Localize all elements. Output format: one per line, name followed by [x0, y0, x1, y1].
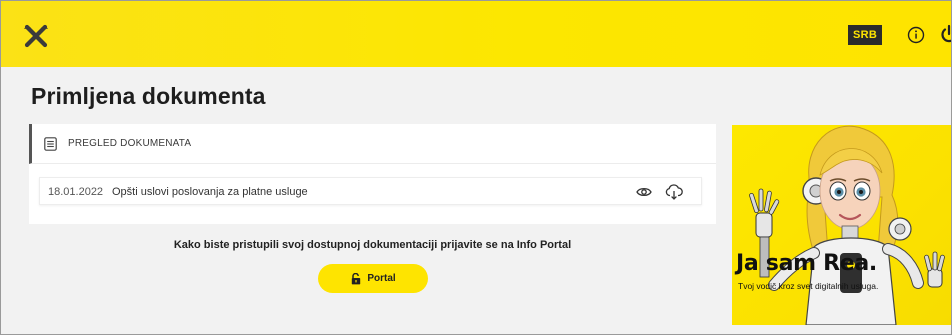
top-bar: SRB [1, 1, 952, 67]
cloud-download-icon[interactable] [665, 183, 683, 201]
promo-subtitle: Tvoj vodič kroz svet digitalnih usluga. [738, 281, 879, 291]
language-button[interactable]: SRB [848, 25, 882, 45]
page-title: Primljena dokumenta [31, 83, 266, 109]
info-icon[interactable] [907, 26, 925, 44]
documents-card: PREGLED DOKUMENATA 18.01.2022 Opšti uslo… [29, 124, 716, 224]
document-list-icon [44, 137, 57, 151]
documents-card-header-label: PREGLED DOKUMENATA [68, 138, 192, 149]
raiffeisen-logo-icon[interactable] [23, 23, 49, 49]
power-icon[interactable] [939, 24, 952, 44]
portal-message: Kako biste pristupili svoj dostupnoj dok… [173, 239, 572, 251]
documents-card-header: PREGLED DOKUMENATA [29, 124, 716, 164]
unlock-icon [352, 272, 361, 284]
document-title[interactable]: Opšti uslovi poslovanja za platne usluge [112, 186, 308, 198]
rea-promo-banner[interactable]: Ja sam Rea. Tvoj vodič kroz svet digital… [732, 125, 951, 325]
app-frame: SRB Primljena dokumenta PREGLED DOKUMENA… [0, 0, 952, 335]
eye-icon[interactable] [636, 185, 652, 199]
portal-button[interactable]: Portal [318, 264, 428, 293]
document-date: 18.01.2022 [48, 186, 104, 198]
portal-button-label: Portal [367, 273, 396, 284]
rea-robot-illustration [749, 125, 945, 325]
promo-title: Ja sam Rea. [736, 251, 877, 276]
document-row[interactable]: 18.01.2022 Opšti uslovi poslovanja za pl… [39, 177, 702, 205]
